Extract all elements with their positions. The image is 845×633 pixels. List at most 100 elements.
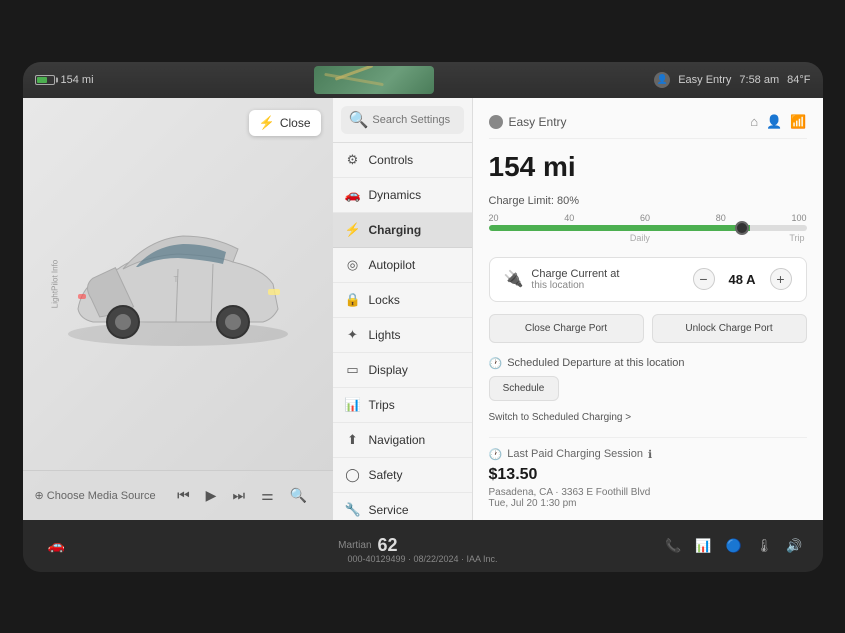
next-track-icon[interactable]: ⏭ <box>232 487 245 504</box>
charge-limit-label: Charge Limit: 80% <box>489 195 807 207</box>
search-bar: 🔍 <box>333 98 472 143</box>
play-icon[interactable]: ▶ <box>206 487 217 504</box>
signal-icon[interactable]: 📶 <box>790 114 806 130</box>
sidebar-item-trips[interactable]: 📊 Trips <box>333 388 472 423</box>
locks-label: Locks <box>369 293 400 307</box>
search-wrap[interactable]: 🔍 <box>341 106 464 134</box>
current-value: 48 A <box>725 272 760 287</box>
session-amount: $13.50 <box>489 466 807 484</box>
battery-icon <box>35 75 55 85</box>
clock-icon: 🕐 <box>489 357 503 370</box>
autopilot-icon: ◎ <box>345 257 361 273</box>
sidebar-item-controls[interactable]: ⚙ Controls <box>333 143 472 178</box>
increase-current-button[interactable]: + <box>770 268 792 290</box>
phone-taskbar-icon[interactable]: 📞 <box>665 538 681 554</box>
charge-current-label: Charge Current at this location <box>531 268 684 291</box>
scheduled-label: 🕐 Scheduled Departure at this location <box>489 357 807 370</box>
charge-current-section: 🔌 Charge Current at this location − 48 A… <box>489 257 807 302</box>
easy-entry-controls: ⌂ 👤 📶 <box>750 114 806 130</box>
slider-markers: Daily Trip <box>489 233 807 243</box>
autopilot-label: Autopilot <box>369 258 416 272</box>
map-thumbnail <box>314 66 434 94</box>
sidebar-item-locks[interactable]: 🔒 Locks <box>333 283 472 318</box>
charging-panel: Easy Entry ⌂ 👤 📶 154 mi Charge Limit: 80… <box>473 98 823 520</box>
left-panel-label: LightPilot Info <box>50 259 59 307</box>
close-charge-port-button[interactable]: Close Charge Port <box>489 314 644 343</box>
close-button-label: Close <box>280 116 311 130</box>
volume-taskbar-icon[interactable]: 🔊 <box>786 538 802 554</box>
top-bar: 154 mi 👤 Easy Entry 7:58 am 84°F <box>23 62 823 98</box>
home-icon[interactable]: ⌂ <box>750 114 758 130</box>
navigation-icon: ⬆ <box>345 432 361 448</box>
slider-thumb[interactable] <box>735 221 749 235</box>
locks-icon: 🔒 <box>345 292 361 308</box>
taskbar: 🚗 Martian 62 📞 📊 🔵 🌡 🔊 <box>23 520 823 572</box>
status-right: 👤 Easy Entry 7:58 am 84°F <box>654 72 810 88</box>
display-icon: ▭ <box>345 362 361 378</box>
taskbar-left: 🚗 <box>43 532 71 560</box>
controls-icon: ⚙ <box>345 152 361 168</box>
media-source-label: ⊕ Choose Media Source <box>35 489 156 502</box>
trips-icon: 📊 <box>345 397 361 413</box>
main-content: ⚡ Close LightPilot Info <box>23 98 823 520</box>
settings-menu: 🔍 ⚙ Controls 🚗 Dynamics ⚡ Charging <box>333 98 473 520</box>
prev-track-icon[interactable]: ⏮ <box>177 487 190 504</box>
schedule-button[interactable]: Schedule <box>489 376 559 401</box>
easy-entry-label: Easy Entry <box>678 74 731 86</box>
dynamics-icon: 🚗 <box>345 187 361 203</box>
time-display: 7:58 am <box>739 74 779 86</box>
auction-label: 000-40129499 · 08/22/2024 · IAA Inc. <box>347 554 497 564</box>
person-icon[interactable]: 👤 <box>766 114 782 130</box>
car-taskbar-icon[interactable]: 🚗 <box>43 532 71 560</box>
charge-limit-section: Charge Limit: 80% 20 40 60 80 100 Daily … <box>489 195 807 243</box>
sidebar-item-service[interactable]: 🔧 Service <box>333 493 472 520</box>
charge-slider[interactable] <box>489 225 807 231</box>
scheduled-section: 🕐 Scheduled Departure at this location S… <box>489 357 807 425</box>
lights-icon: ✦ <box>345 327 361 343</box>
sidebar-item-navigation[interactable]: ⬆ Navigation <box>333 423 472 458</box>
sidebar-item-autopilot[interactable]: ◎ Autopilot <box>333 248 472 283</box>
sidebar-item-charging[interactable]: ⚡ Charging <box>333 213 472 248</box>
battery-range: 154 mi <box>61 74 94 86</box>
media-controls: ⏮ ▶ ⏭ ⚌ 🔍 <box>164 487 321 504</box>
media-source[interactable]: ⊕ Choose Media Source <box>35 489 156 502</box>
charging-label: Charging <box>369 223 422 237</box>
help-icon[interactable]: ℹ <box>648 448 652 461</box>
range-display: 154 mi <box>489 151 807 183</box>
easy-entry-bar: Easy Entry ⌂ 👤 📶 <box>489 114 807 139</box>
last-session: 🕐 Last Paid Charging Session ℹ $13.50 Pa… <box>489 437 807 509</box>
temp-taskbar-icon[interactable]: 🌡 <box>756 538 773 554</box>
service-icon: 🔧 <box>345 502 361 518</box>
profile-icon[interactable]: 👤 <box>654 72 670 88</box>
switch-charging-link[interactable]: Switch to Scheduled Charging > <box>489 412 632 423</box>
media-taskbar-icon[interactable]: 📊 <box>695 538 711 554</box>
unlock-charge-port-button[interactable]: Unlock Charge Port <box>652 314 807 343</box>
navigation-label: Navigation <box>369 433 426 447</box>
taskbar-right: 📞 📊 🔵 🌡 🔊 <box>665 538 802 554</box>
bolt-icon: ⚡ <box>259 115 275 131</box>
controls-label: Controls <box>369 153 414 167</box>
equalizer-icon[interactable]: ⚌ <box>261 487 274 504</box>
close-button[interactable]: ⚡ Close <box>249 110 321 136</box>
sidebar-item-display[interactable]: ▭ Display <box>333 353 472 388</box>
decrease-current-button[interactable]: − <box>693 268 715 290</box>
search-media-icon[interactable]: 🔍 <box>290 487 307 504</box>
easy-entry-text: Easy Entry <box>509 115 567 129</box>
sidebar-item-dynamics[interactable]: 🚗 Dynamics <box>333 178 472 213</box>
sidebar-item-lights[interactable]: ✦ Lights <box>333 318 472 353</box>
media-bar: ⊕ Choose Media Source ⏮ ▶ ⏭ ⚌ 🔍 <box>23 470 333 520</box>
search-input[interactable] <box>372 114 455 126</box>
bluetooth-taskbar-icon[interactable]: 🔵 <box>726 538 742 554</box>
session-date: Tue, Jul 20 1:30 pm <box>489 498 807 509</box>
car-view: ⚡ Close LightPilot Info <box>23 98 333 470</box>
last-session-title: 🕐 Last Paid Charging Session ℹ <box>489 448 807 461</box>
left-panel: ⚡ Close LightPilot Info <box>23 98 333 520</box>
charge-plug-icon: 🔌 <box>504 269 524 289</box>
sidebar-item-safety[interactable]: ◯ Safety <box>333 458 472 493</box>
dynamics-label: Dynamics <box>369 188 422 202</box>
service-label: Service <box>369 503 409 517</box>
info-icon: 🕐 <box>489 448 503 461</box>
slider-labels: 20 40 60 80 100 <box>489 213 807 223</box>
session-location: Pasadena, CA · 3363 E Foothill Blvd <box>489 487 807 498</box>
current-control: − 48 A + <box>693 268 792 290</box>
